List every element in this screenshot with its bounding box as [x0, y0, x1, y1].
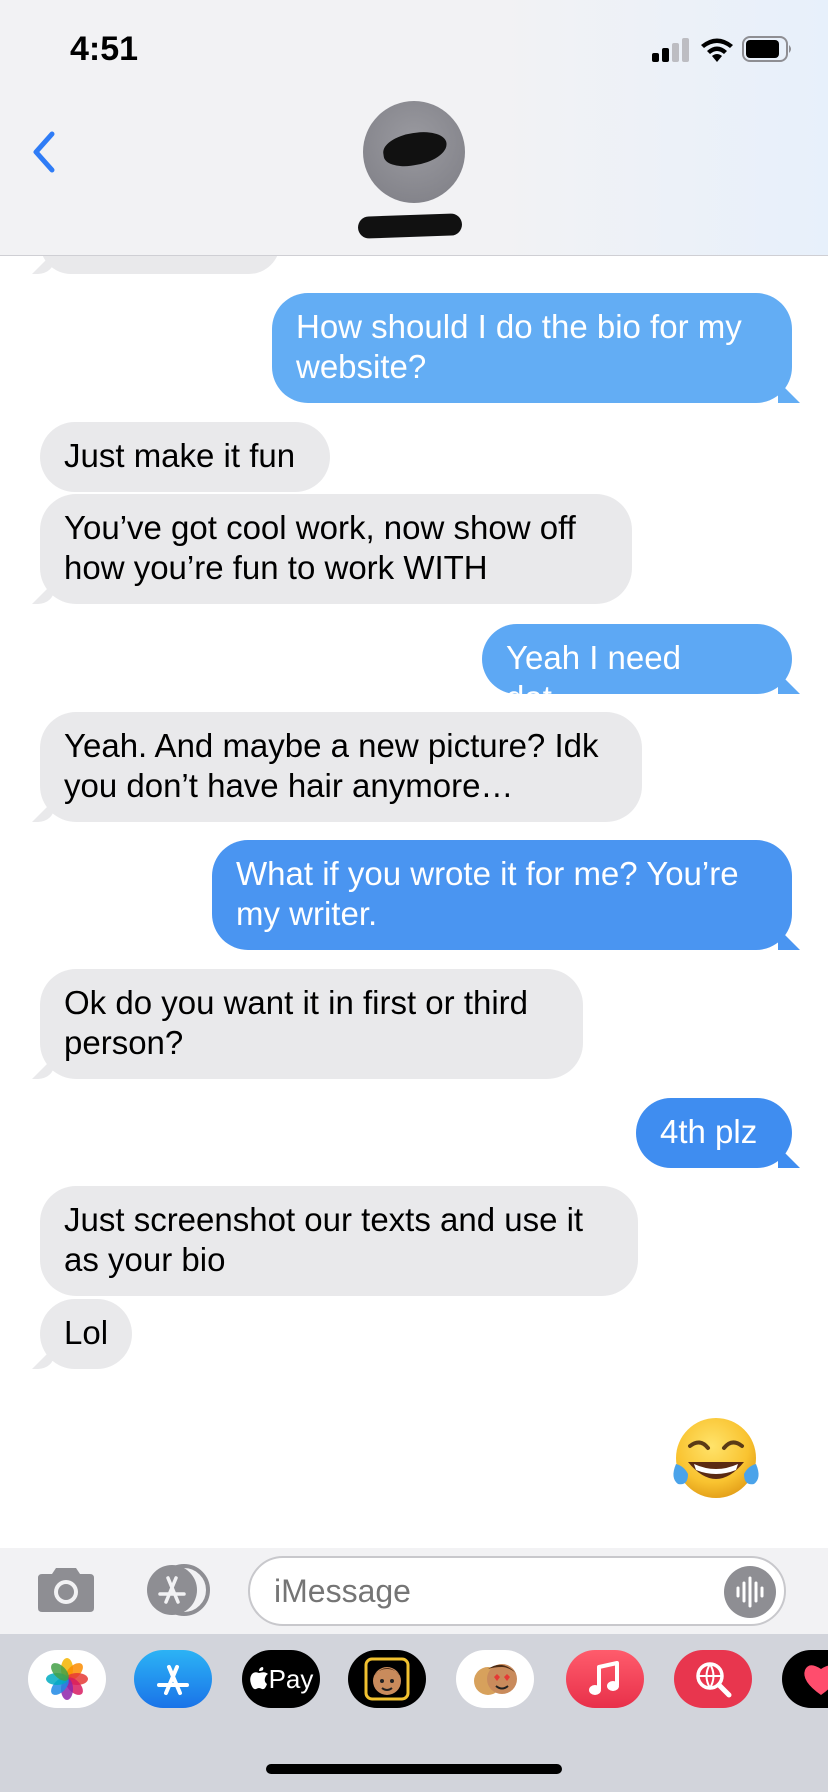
message-bubble-incoming[interactable]: Just make it fun — [40, 422, 330, 492]
memoji-stickers-app[interactable] — [456, 1650, 534, 1708]
apple-logo-icon — [249, 1667, 268, 1690]
message-text: 4th plz — [660, 1113, 758, 1150]
message-bubble-incoming[interactable]: You’ve got cool work, now show off how y… — [40, 494, 632, 604]
heart-icon — [804, 1665, 828, 1695]
message-text: Lol — [64, 1314, 109, 1351]
message-input[interactable] — [248, 1556, 786, 1626]
photos-icon — [46, 1658, 88, 1700]
digital-touch-app[interactable] — [782, 1650, 828, 1708]
message-text: You’ve got cool work, now show off how y… — [64, 509, 576, 586]
app-store-icon — [157, 1665, 189, 1695]
back-chevron-icon[interactable] — [28, 128, 60, 176]
message-text: What if you wrote it for me? You’re my w… — [236, 855, 739, 932]
message-bubble-outgoing[interactable]: What if you wrote it for me? You’re my w… — [212, 840, 792, 950]
app-store-icon[interactable] — [140, 1564, 212, 1616]
audio-message-button[interactable] — [724, 1566, 776, 1618]
message-text: How should I do the bio for my website? — [296, 308, 742, 385]
message-bubble-outgoing[interactable]: How should I do the bio for my website? — [272, 293, 792, 403]
memoji-stickers-icon — [474, 1664, 517, 1695]
status-time: 4:51 — [70, 30, 139, 68]
app-drawer: Pay — [0, 1634, 828, 1792]
message-text: Just screenshot our texts and use it as … — [64, 1201, 584, 1278]
tears-of-joy-emoji[interactable] — [668, 1412, 764, 1508]
message-text: Just make it fun — [64, 437, 296, 474]
redaction-mark — [381, 128, 449, 170]
message-text: Ok do you want it in first or third pers… — [64, 984, 529, 1061]
message-bubble-outgoing[interactable]: Yeah I need dat… — [482, 624, 792, 716]
camera-icon[interactable] — [34, 1566, 98, 1614]
music-note-icon — [589, 1661, 619, 1695]
memoji-app[interactable] — [348, 1650, 426, 1708]
waveform-icon — [736, 1576, 764, 1608]
message-bubble-incoming[interactable]: Just screenshot our texts and use it as … — [40, 1186, 638, 1296]
search-images-app[interactable] — [674, 1650, 752, 1708]
message-bubble-incoming[interactable]: Yeah. And maybe a new picture? Idk you d… — [40, 712, 642, 822]
compose-bar — [0, 1548, 828, 1634]
photos-app[interactable] — [28, 1650, 106, 1708]
battery-icon — [742, 36, 791, 62]
cellular-signal-icon — [652, 38, 692, 62]
apple-pay-app[interactable]: Pay — [242, 1650, 320, 1708]
message-bubble-incoming[interactable]: Ok do you want it in first or third pers… — [40, 969, 583, 1079]
globe-search-icon — [696, 1662, 732, 1698]
home-indicator[interactable] — [266, 1764, 562, 1774]
contact-name-redacted[interactable] — [357, 213, 463, 239]
apple-pay-label: Pay — [268, 1663, 314, 1694]
contact-avatar[interactable] — [363, 101, 465, 203]
message-bubble-outgoing[interactable]: 4th plz — [636, 1098, 792, 1168]
message-text: Yeah I need dat… — [506, 639, 681, 716]
memoji-icon — [364, 1657, 410, 1701]
conversation-header: 4:51 — [0, 0, 828, 256]
wifi-icon — [701, 38, 733, 62]
app-store-app[interactable] — [134, 1650, 212, 1708]
message-text: Yeah. And maybe a new picture? Idk you d… — [64, 727, 599, 804]
message-bubble-incoming[interactable]: Lol — [40, 1299, 132, 1369]
music-app[interactable] — [566, 1650, 644, 1708]
